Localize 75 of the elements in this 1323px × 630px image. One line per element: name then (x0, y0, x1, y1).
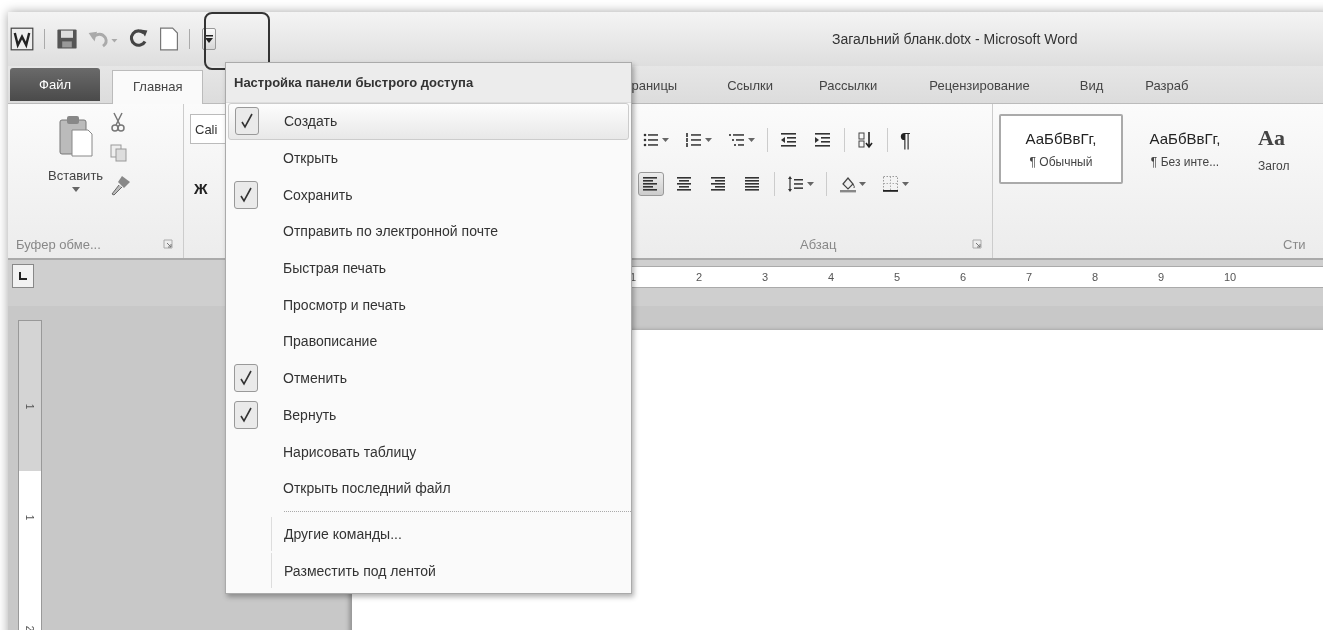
caret-icon (662, 137, 669, 143)
ruler-number: 3 (762, 271, 770, 283)
ruler-number: 9 (1158, 271, 1166, 283)
menu-item[interactable]: Открыть последний файл (228, 469, 629, 507)
ribbon-tab[interactable]: Рассылки (818, 70, 878, 103)
bold-button[interactable]: Ж (194, 180, 208, 197)
sort-icon (857, 131, 875, 149)
menu-item[interactable]: Быстрая печать (228, 249, 629, 287)
multilevel-icon (728, 131, 746, 149)
menu-item[interactable]: Правописание (228, 323, 629, 360)
menu-item[interactable]: Другие команды... (228, 515, 629, 553)
clipboard-icon (57, 114, 94, 158)
style-item[interactable]: Aa Загол (1247, 114, 1323, 184)
menu-item[interactable]: Сохранить (228, 176, 629, 214)
menu-item[interactable]: Отправить по электронной почте (228, 213, 629, 250)
indent-icon (814, 131, 832, 149)
ruler-number: 6 (960, 271, 968, 283)
borders-icon (882, 175, 900, 193)
dialog-launcher-icon[interactable] (163, 239, 173, 249)
ruler-number: 1 (24, 514, 36, 521)
ribbon-tab[interactable]: Главная (112, 70, 204, 104)
menu-item[interactable]: Вернуть (228, 396, 629, 434)
file-tab[interactable]: Файл (10, 68, 100, 101)
new-document-icon[interactable] (159, 27, 179, 51)
format-painter-icon[interactable] (110, 174, 132, 196)
save-icon[interactable] (55, 27, 79, 51)
menu-item[interactable]: Просмотр и печать (228, 286, 629, 324)
menu-item[interactable]: Создать (228, 103, 629, 140)
tab-stop-button[interactable] (12, 264, 34, 288)
shading-icon (839, 175, 857, 193)
ruler-number: 2 (696, 271, 704, 283)
ruler-number: 8 (1092, 271, 1100, 283)
cut-icon[interactable] (110, 112, 126, 132)
align-right-icon (710, 175, 728, 193)
align-left-icon (642, 175, 660, 193)
ribbon-tab[interactable]: Вид (1079, 70, 1104, 103)
window-title: Загальний бланк.dotx - Microsoft Word (832, 31, 1078, 47)
caret-icon (748, 137, 755, 143)
align-left-button[interactable] (638, 172, 664, 196)
ribbon-tab[interactable]: раницы (631, 70, 678, 103)
align-center-icon (676, 175, 694, 193)
ribbon-tab[interactable]: Разраб (1145, 70, 1189, 103)
numbering-icon (685, 131, 703, 149)
group-label: Сти (1283, 237, 1306, 252)
style-item[interactable]: АаБбВвГг, ¶ Обычный (999, 114, 1123, 184)
ruler-number: 2 (24, 625, 36, 630)
menu-item[interactable]: Разместить под лентой (228, 552, 629, 589)
caret-icon (902, 181, 909, 187)
caret-icon (205, 34, 213, 44)
line-spacing-icon (787, 175, 805, 193)
group-label: Абзац (800, 237, 837, 252)
ruler-number: 4 (828, 271, 836, 283)
left-tab-icon (18, 271, 28, 281)
ruler-number: 1 (24, 403, 36, 410)
menu-title: Настройка панели быстрого доступа (226, 63, 631, 103)
dialog-launcher-icon[interactable] (972, 239, 982, 249)
menu-item[interactable]: Нарисовать таблицу (228, 433, 629, 470)
ruler-number: 5 (894, 271, 902, 283)
pilcrow-button[interactable]: ¶ (896, 128, 915, 152)
caret-icon (71, 187, 80, 193)
ruler-number: 7 (1026, 271, 1034, 283)
style-item[interactable]: АаБбВвГг, ¶ Без инте... (1123, 114, 1247, 184)
outdent-icon (780, 131, 798, 149)
bullets-icon (642, 131, 660, 149)
menu-item[interactable]: Отменить (228, 359, 629, 397)
paste-button[interactable]: Вставить (48, 114, 104, 193)
justify-icon (744, 175, 762, 193)
caret-icon (859, 181, 866, 187)
ribbon-tab[interactable]: Ссылки (727, 70, 773, 103)
group-label: Буфер обме... (16, 237, 101, 252)
ribbon-tab[interactable]: Рецензирование (929, 70, 1030, 103)
caret-icon (807, 181, 814, 187)
ruler-number: 10 (1224, 271, 1238, 283)
word-logo-icon[interactable] (10, 27, 34, 51)
caret-icon (705, 137, 712, 143)
